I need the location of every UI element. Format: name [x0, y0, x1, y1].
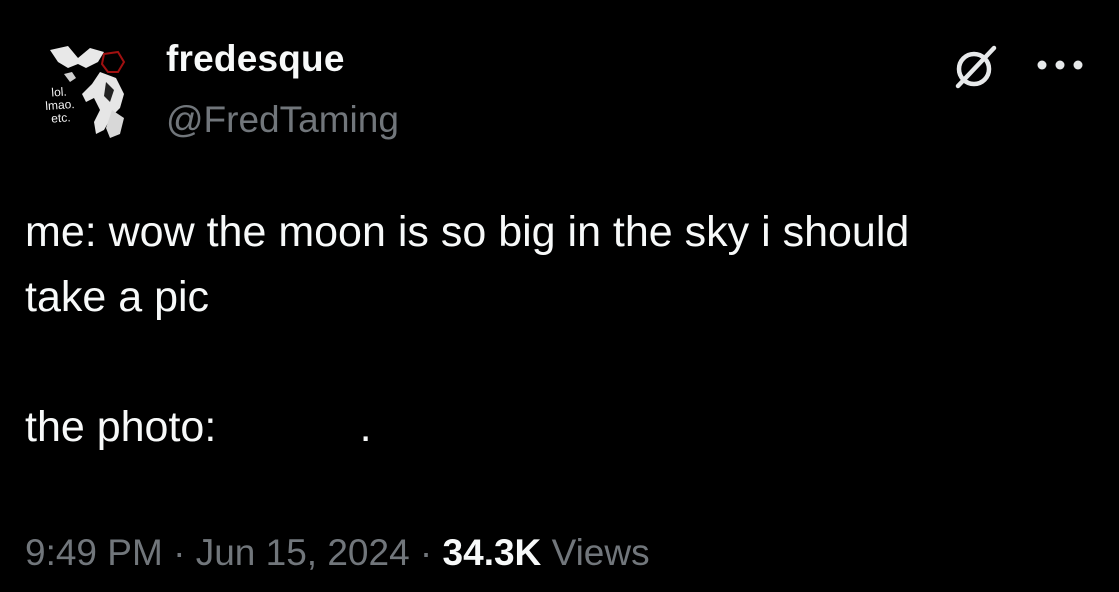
avatar-image: [50, 46, 126, 138]
tweet-line: me: wow the moon is so big in the sky i …: [25, 208, 910, 256]
grok-icon[interactable]: [950, 42, 1000, 92]
views-count[interactable]: 34.3K: [443, 532, 542, 573]
tweet-date[interactable]: Jun 15, 2024: [196, 532, 410, 573]
views-label[interactable]: Views: [552, 532, 650, 573]
avatar[interactable]: lol. lmao. etc.: [20, 38, 140, 148]
tweet-line: take a pic: [25, 273, 210, 321]
avatar-caption: lol. lmao. etc.: [41, 85, 80, 126]
more-dots-icon[interactable]: [1034, 55, 1086, 75]
display-name[interactable]: fredesque: [166, 38, 345, 80]
meta-separator: ·: [409, 532, 443, 573]
tweet-line: the photo: .: [25, 403, 372, 451]
user-handle[interactable]: @FredTaming: [166, 99, 399, 141]
tweet-time[interactable]: 9:49 PM: [25, 532, 163, 573]
meta-separator: ·: [162, 532, 196, 573]
avatar-caption-line: etc.: [50, 110, 72, 126]
tweet-text: me: wow the moon is so big in the sky i …: [25, 200, 1105, 460]
tweet-meta: 9:49 PM · Jun 15, 2024 · 34.3K Views: [25, 532, 650, 574]
tweet-line: [25, 330, 1105, 395]
